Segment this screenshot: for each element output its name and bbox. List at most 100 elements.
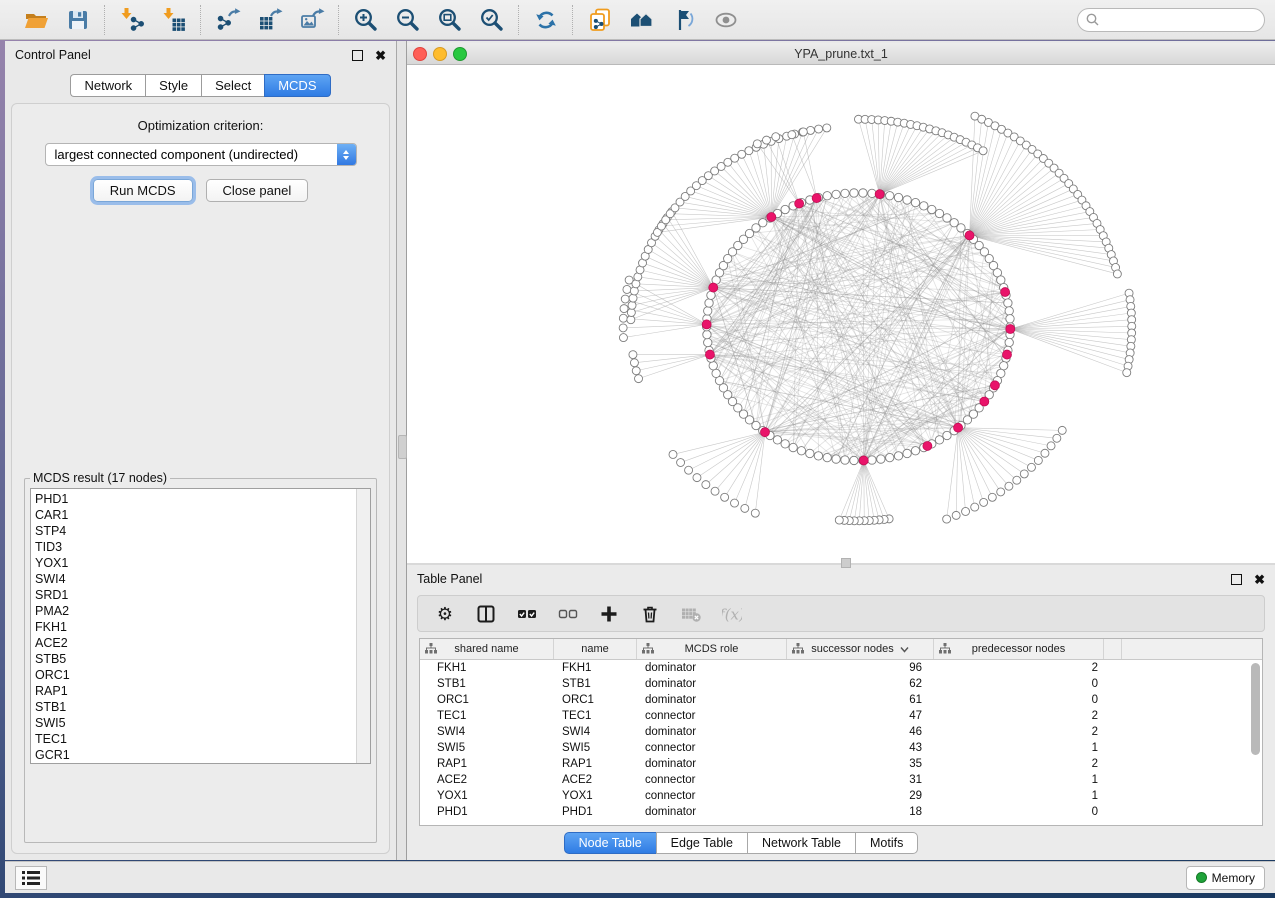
network-node[interactable] <box>704 307 712 315</box>
network-node[interactable] <box>903 196 911 204</box>
network-node[interactable] <box>705 299 713 307</box>
save-session-button[interactable] <box>64 6 92 34</box>
network-node[interactable] <box>911 198 919 206</box>
table-row[interactable]: SWI4SWI4dominator462 <box>420 724 1262 740</box>
add-column-button[interactable] <box>598 603 620 625</box>
splitter-grip[interactable] <box>398 435 407 459</box>
network-node[interactable] <box>886 192 894 200</box>
tab-mcds[interactable]: MCDS <box>264 74 330 97</box>
network-node[interactable] <box>1113 270 1121 278</box>
mcds-result-item[interactable]: ACE2 <box>35 635 356 651</box>
network-node[interactable] <box>807 126 815 134</box>
table-scrollbar[interactable] <box>1249 660 1261 823</box>
mcds-node[interactable] <box>923 441 932 450</box>
column-header-predecessor-nodes[interactable]: predecessor nodes <box>934 639 1104 659</box>
mcds-node[interactable] <box>705 350 714 359</box>
task-history-button[interactable] <box>15 866 47 890</box>
mcds-result-item[interactable]: TEC1 <box>35 731 356 747</box>
tab-motifs[interactable]: Motifs <box>855 832 918 854</box>
mcds-result-item[interactable]: STB1 <box>35 699 356 715</box>
network-node[interactable] <box>630 287 638 295</box>
table-scrollbar-thumb[interactable] <box>1251 663 1260 755</box>
mcds-node[interactable] <box>709 283 718 292</box>
mcds-result-item[interactable]: PMA2 <box>35 603 356 619</box>
network-node[interactable] <box>903 449 911 457</box>
network-node[interactable] <box>1020 470 1028 478</box>
network-node[interactable] <box>859 189 867 197</box>
memory-button[interactable]: Memory <box>1186 866 1265 890</box>
network-node[interactable] <box>997 488 1005 496</box>
network-node[interactable] <box>619 314 627 322</box>
network-node[interactable] <box>841 189 849 197</box>
network-canvas[interactable] <box>407 65 1275 563</box>
mcds-result-item[interactable]: SRD1 <box>35 587 356 603</box>
network-node[interactable] <box>1027 463 1035 471</box>
network-node[interactable] <box>935 436 943 444</box>
mcds-node[interactable] <box>859 456 868 465</box>
mcds-node[interactable] <box>767 213 776 222</box>
table-options-button[interactable]: ⚙ <box>434 603 456 625</box>
zoom-out-button[interactable] <box>394 6 422 34</box>
network-node[interactable] <box>685 466 693 474</box>
search-input[interactable] <box>1104 12 1256 28</box>
network-node[interactable] <box>952 511 960 519</box>
network-node[interactable] <box>630 359 638 367</box>
tab-select[interactable]: Select <box>201 74 264 97</box>
network-node[interactable] <box>762 136 770 144</box>
network-node[interactable] <box>935 209 943 217</box>
zoom-fit-button[interactable] <box>436 6 464 34</box>
network-node[interactable] <box>704 338 712 346</box>
optimization-criterion-select[interactable]: largest connected component (undirected) <box>45 143 357 166</box>
mcds-result-item[interactable]: ORC1 <box>35 667 356 683</box>
network-node[interactable] <box>789 443 797 451</box>
table-close-icon[interactable]: ✖ <box>1254 575 1265 584</box>
network-node[interactable] <box>894 452 902 460</box>
mcds-list-scrollbar[interactable] <box>356 489 370 763</box>
network-node[interactable] <box>709 362 717 370</box>
deselect-all-rows-button[interactable] <box>557 603 579 625</box>
network-node[interactable] <box>629 294 637 302</box>
clone-network-button[interactable] <box>586 6 614 34</box>
mcds-result-item[interactable]: STB5 <box>35 651 356 667</box>
network-node[interactable] <box>721 493 729 501</box>
mcds-node[interactable] <box>954 423 963 432</box>
network-node[interactable] <box>850 456 858 464</box>
network-node[interactable] <box>738 150 746 158</box>
network-node[interactable] <box>628 301 636 309</box>
network-node[interactable] <box>962 507 970 515</box>
export-image-button[interactable] <box>298 6 326 34</box>
mcds-node[interactable] <box>795 199 804 208</box>
search-box[interactable] <box>1077 8 1265 32</box>
network-node[interactable] <box>712 369 720 377</box>
network-node[interactable] <box>773 436 781 444</box>
mcds-result-item[interactable]: RAP1 <box>35 683 356 699</box>
horizontal-splitter-grip[interactable] <box>841 558 851 568</box>
mcds-result-item[interactable]: TID3 <box>35 539 356 555</box>
network-node[interactable] <box>702 481 710 489</box>
delete-columns-button[interactable] <box>639 603 661 625</box>
tab-edge-table[interactable]: Edge Table <box>656 832 747 854</box>
network-node[interactable] <box>979 147 987 155</box>
horizontal-splitter[interactable] <box>407 563 1275 565</box>
table-row[interactable]: SWI5SWI5connector431 <box>420 740 1262 756</box>
run-mcds-button[interactable]: Run MCDS <box>93 179 193 202</box>
annotations-button[interactable] <box>670 6 698 34</box>
network-node[interactable] <box>823 453 831 461</box>
table-row[interactable]: YOX1YOX1connector291 <box>420 788 1262 804</box>
column-header-name[interactable]: name <box>554 639 637 659</box>
network-node[interactable] <box>1005 482 1013 490</box>
network-node[interactable] <box>806 449 814 457</box>
network-node[interactable] <box>629 351 637 359</box>
network-node[interactable] <box>632 367 640 375</box>
mcds-result-item[interactable]: SWI5 <box>35 715 356 731</box>
network-node[interactable] <box>971 503 979 511</box>
network-node[interactable] <box>620 305 628 313</box>
network-node[interactable] <box>832 455 840 463</box>
network-node[interactable] <box>693 474 701 482</box>
tab-network-table[interactable]: Network Table <box>747 832 855 854</box>
mcds-result-item[interactable]: FKH1 <box>35 619 356 635</box>
network-node[interactable] <box>741 504 749 512</box>
network-node[interactable] <box>943 515 951 523</box>
network-node[interactable] <box>1047 442 1055 450</box>
mcds-node[interactable] <box>1006 324 1015 333</box>
